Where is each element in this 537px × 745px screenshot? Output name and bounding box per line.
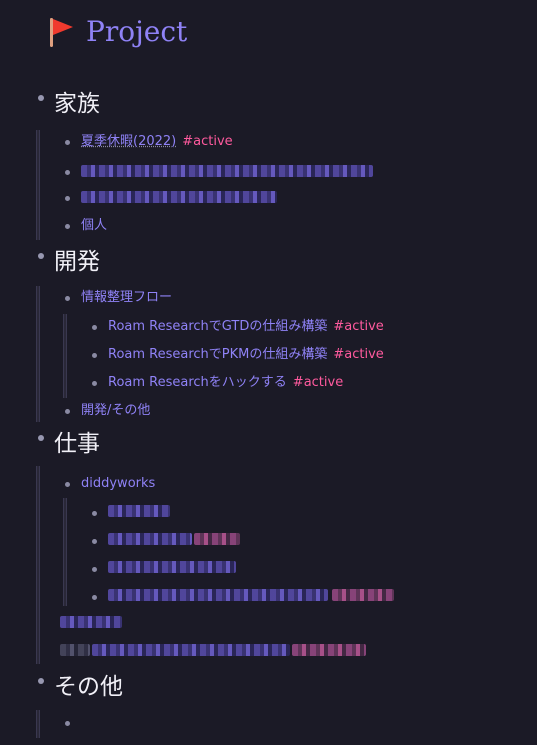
bullet[interactable] xyxy=(92,325,97,330)
item-label[interactable]: Roam ResearchでPKMの仕組み構築 xyxy=(108,347,327,362)
item-label[interactable]: 夏季休暇(2022) xyxy=(81,134,176,149)
list-item-link[interactable]: diddyworks xyxy=(81,475,155,493)
redacted-text xyxy=(81,191,277,203)
bullet[interactable] xyxy=(65,721,70,726)
bullet[interactable] xyxy=(38,678,44,684)
indent-guide[interactable] xyxy=(36,466,40,664)
bullet[interactable] xyxy=(38,253,44,259)
list-item-link[interactable]: 個人 xyxy=(81,217,107,235)
redacted-text xyxy=(108,533,192,545)
redacted-text xyxy=(92,644,290,656)
active-tag[interactable]: #active xyxy=(333,319,383,334)
active-tag[interactable]: #active xyxy=(182,134,232,149)
redacted-tag xyxy=(292,644,366,656)
indent-guide[interactable] xyxy=(36,286,40,422)
page-title[interactable]: Project xyxy=(86,12,187,52)
list-item-link[interactable]: Roam Researchをハックする #active xyxy=(108,374,343,392)
indent-guide[interactable] xyxy=(63,498,67,606)
bullet[interactable] xyxy=(92,567,97,572)
page-title-row: Project xyxy=(46,12,187,52)
redacted-text xyxy=(108,561,236,573)
red-flag-icon xyxy=(50,18,73,47)
indent-guide[interactable] xyxy=(36,710,40,738)
active-tag[interactable]: #active xyxy=(333,347,383,362)
bullet[interactable] xyxy=(65,296,70,301)
redacted-tag xyxy=(194,533,240,545)
bullet[interactable] xyxy=(92,539,97,544)
bullet[interactable] xyxy=(65,482,70,487)
section-heading-work[interactable]: 仕事 xyxy=(54,429,100,459)
list-item-link[interactable]: 情報整理フロー xyxy=(81,289,172,307)
bullet[interactable] xyxy=(65,140,70,145)
list-item-link[interactable]: 夏季休暇(2022) #active xyxy=(81,133,233,151)
redacted-text xyxy=(60,644,90,656)
bullet[interactable] xyxy=(38,95,44,101)
bullet[interactable] xyxy=(65,409,70,414)
bullet[interactable] xyxy=(65,224,70,229)
list-item-link[interactable]: 開発/その他 xyxy=(81,402,150,420)
active-tag[interactable]: #active xyxy=(293,375,343,390)
section-heading-family[interactable]: 家族 xyxy=(54,89,100,119)
list-item-link[interactable]: Roam ResearchでGTDの仕組み構築 #active xyxy=(108,318,384,336)
redacted-text xyxy=(108,505,170,517)
bullet[interactable] xyxy=(65,170,70,175)
redacted-text xyxy=(81,165,373,177)
bullet[interactable] xyxy=(92,595,97,600)
section-heading-dev[interactable]: 開発 xyxy=(54,247,100,277)
indent-guide[interactable] xyxy=(36,130,40,240)
bullet[interactable] xyxy=(92,511,97,516)
list-item-link[interactable]: Roam ResearchでPKMの仕組み構築 #active xyxy=(108,346,384,364)
bullet[interactable] xyxy=(38,435,44,441)
bullet[interactable] xyxy=(65,196,70,201)
redacted-tag xyxy=(332,589,394,601)
redacted-text xyxy=(108,589,328,601)
section-heading-other[interactable]: その他 xyxy=(54,672,123,702)
item-label[interactable]: Roam ResearchでGTDの仕組み構築 xyxy=(108,319,327,334)
indent-guide[interactable] xyxy=(63,314,67,398)
bullet[interactable] xyxy=(92,353,97,358)
bullet[interactable] xyxy=(92,381,97,386)
item-label[interactable]: Roam Researchをハックする xyxy=(108,375,287,390)
redacted-text xyxy=(60,616,122,628)
